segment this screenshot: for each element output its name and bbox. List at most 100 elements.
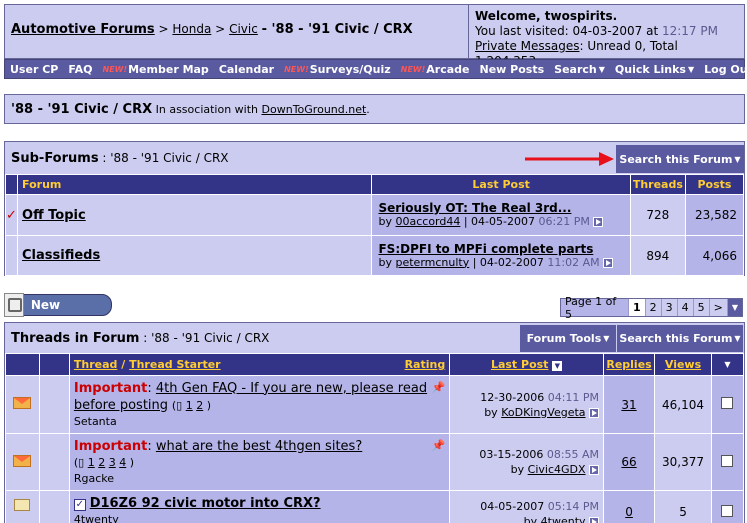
- menu-label: Arcade: [426, 62, 470, 76]
- partner-link[interactable]: DownToGround.net: [262, 103, 367, 116]
- menu-log-out[interactable]: Log Out: [699, 63, 747, 76]
- welcome-panel: Welcome, twospirits. You last visited: 0…: [468, 5, 744, 68]
- forum-header: Automotive Forums > Honda > Civic - '88 …: [4, 4, 745, 68]
- go-to-last-post-icon[interactable]: [589, 517, 600, 523]
- menu-label: Quick Links: [614, 62, 686, 76]
- menu-calendar[interactable]: Calendar: [214, 63, 279, 76]
- replies-link[interactable]: 31: [621, 398, 636, 412]
- new-thread-button[interactable]: New Thread: [4, 292, 112, 332]
- menu-label: Member Map: [128, 62, 209, 76]
- last-post-date: | 04-05-2007: [463, 215, 535, 228]
- last-post-title[interactable]: FS:DPFI to MPFi complete parts: [378, 242, 593, 256]
- thread-row: 📌 Important: what are the best 4thgen si…: [5, 433, 745, 491]
- by-label: by: [523, 515, 538, 523]
- page-1[interactable]: 1: [628, 299, 646, 316]
- pagination-menu-icon[interactable]: ▼: [727, 299, 742, 316]
- sort-desc-icon[interactable]: ▼: [552, 361, 563, 371]
- thread-row: 📌 Important: 4th Gen FAQ - If you are ne…: [5, 375, 745, 434]
- chevron-down-icon: ▼: [687, 64, 695, 74]
- last-post-title[interactable]: Seriously OT: The Real 3rd...: [378, 201, 571, 215]
- breadcrumb-sep: >: [215, 22, 226, 36]
- last-post-user[interactable]: petermcnulty: [395, 256, 469, 269]
- views-count: 30,377: [654, 433, 712, 491]
- threads-panel: Threads in Forum : '88 - '91 Civic / CRX…: [4, 322, 745, 523]
- breadcrumb-civic[interactable]: Civic: [229, 22, 258, 36]
- threads-heading: Threads in Forum: [11, 331, 140, 346]
- hot-thread-icon: [13, 454, 32, 467]
- last-post-date: 03-15-2006: [479, 448, 544, 461]
- thread-page-1[interactable]: 1: [88, 456, 95, 469]
- replies-link[interactable]: 0: [625, 505, 633, 519]
- sort-by-last-post[interactable]: Last Post: [491, 358, 549, 371]
- select-thread-checkbox[interactable]: [721, 505, 734, 517]
- views-count: 5: [654, 490, 712, 523]
- thread-menu-icon[interactable]: ▼: [710, 353, 745, 376]
- chevron-down-icon: ▼: [603, 334, 610, 343]
- page-4[interactable]: 4: [678, 299, 694, 316]
- thread-page-2[interactable]: 2: [98, 456, 105, 469]
- select-thread-checkbox[interactable]: [721, 397, 734, 409]
- go-to-last-post-icon[interactable]: [603, 257, 614, 268]
- last-post-time: 04:11 PM: [547, 390, 600, 404]
- thread-title-link[interactable]: D16Z6 92 civic motor into CRX?: [90, 496, 321, 511]
- breadcrumb-honda[interactable]: Honda: [172, 22, 211, 36]
- go-to-last-post-icon[interactable]: [593, 217, 604, 227]
- subforum-row: ✓ Off Topic Seriously OT: The Real 3rd..…: [4, 194, 745, 236]
- menu-label: Search: [554, 62, 597, 76]
- sticky-pin-icon: 📌: [431, 380, 446, 394]
- select-thread-checkbox[interactable]: [721, 454, 734, 467]
- menu-label: Surveys/Quiz: [309, 62, 391, 76]
- last-post-date: 04-05-2007: [480, 500, 545, 513]
- replies-link[interactable]: 66: [621, 455, 636, 469]
- private-messages-link[interactable]: Private Messages: [475, 39, 580, 53]
- last-post-user[interactable]: 4twenty: [541, 515, 586, 523]
- important-prefix: Important: [73, 438, 148, 454]
- posts-count: 4,066: [684, 235, 745, 276]
- search-forum-button[interactable]: Search this Forum ▼: [617, 325, 743, 352]
- forum-tools-button[interactable]: Forum Tools ▼: [520, 325, 616, 352]
- sort-by-replies[interactable]: Replies: [606, 358, 651, 371]
- last-post-time: 08:55 AM: [546, 448, 600, 461]
- thread-page-4[interactable]: 4: [119, 456, 126, 469]
- site-title-link[interactable]: Automotive Forums: [11, 22, 155, 37]
- thread-page-3[interactable]: 3: [109, 456, 116, 469]
- last-post-user[interactable]: KoDKingVegeta: [501, 406, 585, 419]
- header-spacer: [4, 174, 19, 195]
- thread-title-link[interactable]: what are the best 4thgen sites?: [156, 439, 362, 454]
- search-forum-button[interactable]: Search this Forum ▼: [616, 145, 744, 173]
- last-post-user[interactable]: 00accord44: [395, 215, 460, 228]
- hot-thread-icon: [13, 397, 32, 409]
- sort-by-views[interactable]: Views: [665, 358, 701, 371]
- thread-starter: 4twenty: [73, 513, 119, 523]
- page-2[interactable]: 2: [646, 299, 662, 316]
- menu-search[interactable]: Search ▼: [549, 63, 610, 76]
- thread-status-icon: [14, 499, 31, 511]
- menu-user-cp[interactable]: User CP: [5, 63, 63, 76]
- thread-page-1[interactable]: 1: [186, 399, 193, 412]
- threads-table: Thread / Thread Starter Rating Last Post…: [5, 353, 745, 523]
- menu-quick-links[interactable]: Quick Links ▼: [610, 63, 699, 76]
- last-post-user[interactable]: Civic4GDX: [528, 463, 586, 476]
- views-count: 46,104: [654, 375, 712, 434]
- menu-arcade[interactable]: NEW! Arcade: [396, 63, 475, 76]
- menu-new-posts[interactable]: New Posts: [475, 63, 550, 76]
- go-to-last-post-icon[interactable]: [589, 465, 600, 475]
- subforum-link-off-topic[interactable]: Off Topic: [22, 208, 86, 223]
- col-threads: Threads: [629, 174, 686, 195]
- next-page[interactable]: >: [710, 299, 728, 316]
- go-to-last-post-icon[interactable]: [589, 407, 600, 418]
- last-post-time: 05:14 PM: [547, 500, 600, 513]
- sort-by-rating[interactable]: Rating: [405, 358, 446, 371]
- new-thread-label: New Thread: [19, 294, 112, 332]
- thread-page-2[interactable]: 2: [196, 399, 203, 412]
- menu-surveys-quiz[interactable]: NEW! Surveys/Quiz: [279, 63, 396, 76]
- sort-by-starter[interactable]: Thread Starter: [129, 358, 221, 371]
- menu-member-map[interactable]: NEW! Member Map: [97, 63, 213, 76]
- new-badge: NEW!: [102, 64, 128, 74]
- page-5[interactable]: 5: [694, 299, 710, 316]
- menu-faq[interactable]: FAQ: [63, 63, 97, 76]
- sort-by-thread[interactable]: Thread: [74, 358, 118, 371]
- slash: /: [117, 358, 130, 371]
- subforum-link-classifieds[interactable]: Classifieds: [22, 248, 100, 263]
- page-3[interactable]: 3: [662, 299, 678, 316]
